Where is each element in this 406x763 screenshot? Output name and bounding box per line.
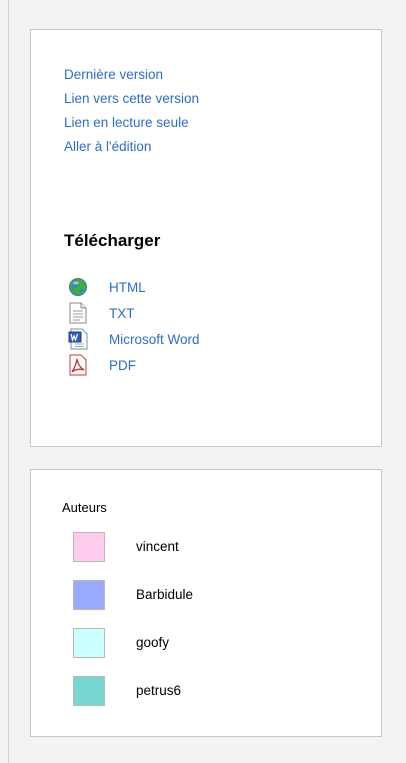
author-row: petrus6	[73, 676, 193, 724]
download-html-link[interactable]: HTML	[67, 274, 200, 300]
authors-panel: Auteurs vincent Barbidule goofy petrus6	[30, 469, 382, 737]
download-word-link[interactable]: Microsoft Word	[67, 326, 200, 352]
author-name: petrus6	[136, 683, 182, 698]
download-pdf-link[interactable]: PDF	[67, 352, 200, 378]
author-list: vincent Barbidule goofy petrus6	[73, 532, 193, 724]
authors-heading: Auteurs	[62, 500, 107, 515]
text-file-icon	[67, 301, 89, 325]
download-txt-link[interactable]: TXT	[67, 300, 200, 326]
author-color-swatch	[73, 580, 105, 610]
download-word-label: Microsoft Word	[109, 331, 200, 347]
word-file-icon	[67, 327, 89, 351]
download-list: HTML TXT Microsoft Word PDF	[67, 274, 200, 378]
author-name: vincent	[136, 539, 179, 554]
author-row: Barbidule	[73, 580, 193, 628]
left-divider	[8, 0, 9, 763]
download-txt-label: TXT	[109, 305, 135, 321]
export-panel: Dernière version Lien vers cette version…	[30, 29, 382, 447]
author-color-swatch	[73, 676, 105, 706]
version-permalink[interactable]: Lien vers cette version	[64, 90, 199, 114]
author-color-swatch	[73, 532, 105, 562]
go-to-edit-link[interactable]: Aller à l'édition	[64, 138, 199, 162]
download-heading: Télécharger	[64, 231, 161, 250]
author-row: goofy	[73, 628, 193, 676]
latest-version-link[interactable]: Dernière version	[64, 66, 199, 90]
read-only-link[interactable]: Lien en lecture seule	[64, 114, 199, 138]
globe-icon	[67, 275, 89, 299]
author-row: vincent	[73, 532, 193, 580]
version-links: Dernière version Lien vers cette version…	[64, 66, 199, 162]
author-color-swatch	[73, 628, 105, 658]
download-pdf-label: PDF	[109, 357, 136, 373]
author-name: goofy	[136, 635, 170, 650]
author-name: Barbidule	[136, 587, 194, 602]
download-html-label: HTML	[109, 279, 146, 295]
sidebar-page: Dernière version Lien vers cette version…	[0, 0, 406, 763]
pdf-file-icon	[67, 353, 89, 377]
